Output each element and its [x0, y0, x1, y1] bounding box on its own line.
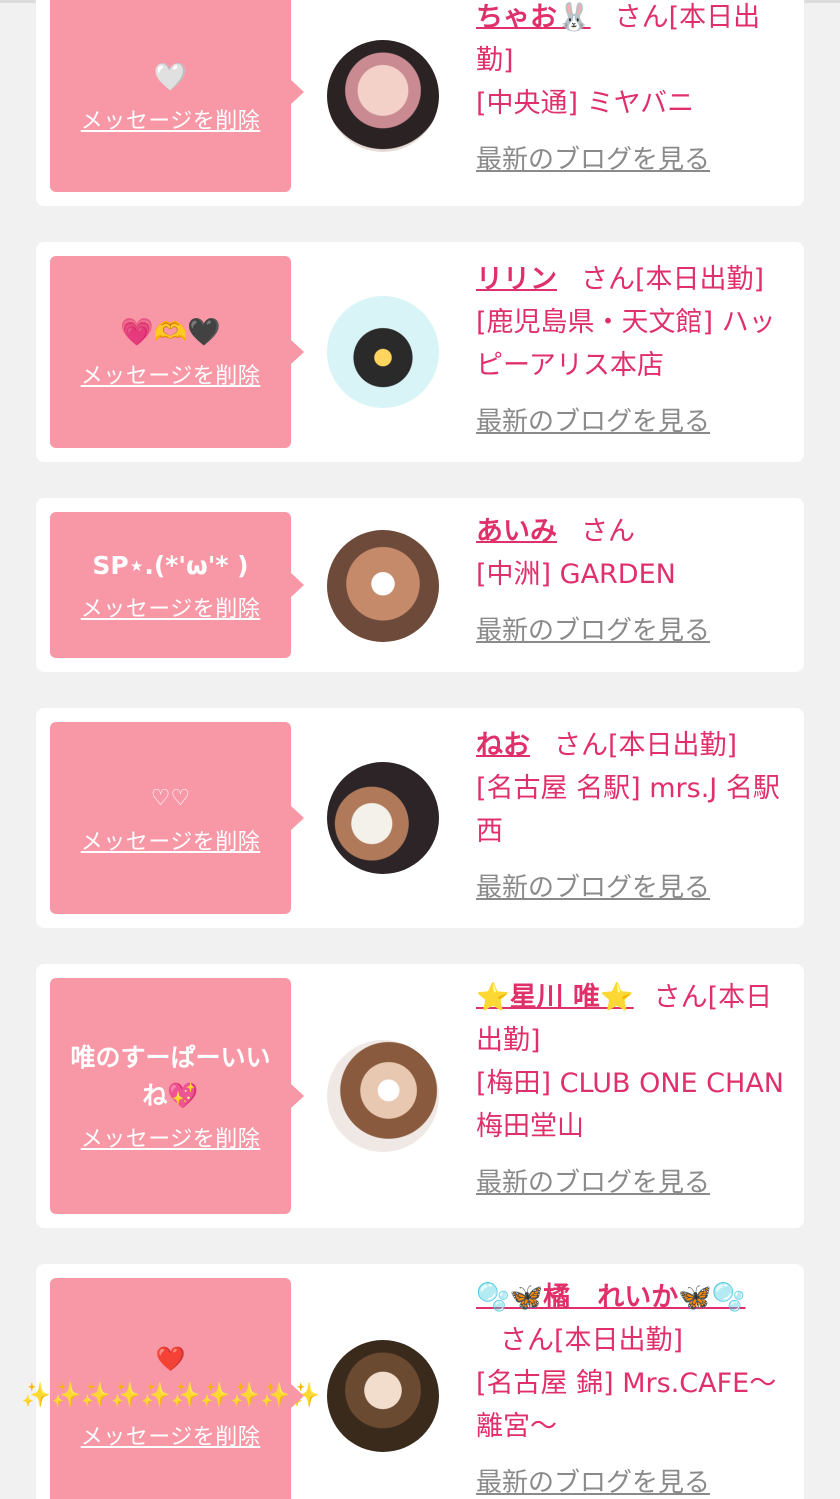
message-text: 唯のすーぱーいいね💖 — [70, 1043, 271, 1110]
message-text: ❤️ ✨✨✨✨✨✨✨✨✨✨ — [21, 1345, 320, 1409]
latest-blog-link[interactable]: 最新のブログを見る — [476, 610, 710, 653]
message-text: ♡♡ — [150, 786, 191, 811]
cast-name-link[interactable]: 🫧🦋橘 れいか🦋🫧 — [476, 1282, 745, 1313]
message-bubble: 🤍 メッセージを削除 — [50, 0, 304, 192]
cast-info: ちゃお🐰 さん[本日出勤] [中央通] ミヤバニ 最新のブログを見る — [476, 0, 796, 182]
cast-info: ⭐️星川 唯⭐️ さん[本日出勤] [梅田] CLUB ONE CHAN 梅田堂山… — [476, 976, 796, 1205]
delete-message-link[interactable]: メッセージを削除 — [81, 824, 261, 856]
favorite-card: 🤍 メッセージを削除 ちゃお🐰 さん[本日出勤] [中央通] ミヤバニ 最新のブロ… — [36, 0, 804, 206]
shop-name: [中洲] GARDEN — [476, 559, 676, 590]
message-bubble: SP⋆.(*'ω'* ) メッセージを削除 — [50, 512, 304, 658]
cast-name-link[interactable]: リリン — [476, 264, 557, 295]
delete-message-link[interactable]: メッセージを削除 — [81, 103, 261, 135]
delete-message-link[interactable]: メッセージを削除 — [81, 1121, 261, 1153]
honorific: さん — [614, 2, 669, 33]
latest-blog-link[interactable]: 最新のブログを見る — [476, 1462, 710, 1499]
favorite-card: ❤️ ✨✨✨✨✨✨✨✨✨✨ メッセージを削除 🫧🦋橘 れいか🦋🫧 さん[本日出勤]… — [21, 1264, 804, 1499]
message-text: 💗🫶🖤 — [120, 317, 221, 348]
cast-info: ねお さん[本日出勤] [名古屋 名駅] mrs.J 名駅西 最新のブログを見る — [476, 724, 796, 910]
cast-name-link[interactable]: あいみ — [476, 516, 557, 547]
shop-name: [名古屋 錦] Mrs.CAFE〜離宮〜 — [476, 1368, 777, 1442]
favorite-card: SP⋆.(*'ω'* ) メッセージを削除 あいみ さん [中洲] GARDEN … — [36, 498, 804, 672]
delete-message-link[interactable]: メッセージを削除 — [81, 358, 261, 390]
cast-info: 🫧🦋橘 れいか🦋🫧 さん[本日出勤] [名古屋 錦] Mrs.CAFE〜離宮〜 最… — [476, 1276, 796, 1499]
cast-info: あいみ さん [中洲] GARDEN 最新のブログを見る — [476, 510, 796, 653]
message-bubble: ❤️ ✨✨✨✨✨✨✨✨✨✨ メッセージを削除 — [21, 1278, 320, 1499]
honorific: さん — [653, 982, 708, 1013]
cast-name-link[interactable]: ちゃお🐰 — [476, 2, 591, 33]
avatar[interactable] — [327, 1340, 439, 1452]
message-text: 🤍 — [153, 62, 188, 93]
message-bubble: ♡♡ メッセージを削除 — [50, 722, 304, 914]
latest-blog-link[interactable]: 最新のブログを見る — [476, 1162, 710, 1205]
favorite-card: ♡♡ メッセージを削除 ねお さん[本日出勤] [名古屋 名駅] mrs.J 名駅… — [36, 708, 804, 928]
attendance-status: [本日出勤] — [608, 730, 738, 761]
avatar[interactable] — [327, 296, 439, 408]
shop-name: [中央通] ミヤバニ — [476, 88, 695, 119]
delete-message-link[interactable]: メッセージを削除 — [81, 1419, 261, 1451]
shop-name: [名古屋 名駅] mrs.J 名駅西 — [476, 773, 780, 847]
avatar[interactable] — [327, 40, 439, 152]
avatar[interactable] — [327, 1040, 439, 1152]
cast-name-link[interactable]: ⭐️星川 唯⭐️ — [476, 982, 634, 1013]
latest-blog-link[interactable]: 最新のブログを見る — [476, 401, 710, 444]
shop-name: [梅田] CLUB ONE CHAN 梅田堂山 — [476, 1068, 784, 1142]
delete-message-link[interactable]: メッセージを削除 — [81, 591, 261, 623]
honorific: さん — [500, 1325, 554, 1356]
honorific: さん — [554, 730, 608, 761]
latest-blog-link[interactable]: 最新のブログを見る — [476, 867, 710, 910]
avatar[interactable] — [327, 530, 439, 642]
message-bubble: 唯のすーぱーいいね💖 メッセージを削除 — [50, 978, 304, 1214]
attendance-status: [本日出勤] — [635, 264, 765, 295]
shop-name: [鹿児島県・天文館] ハッピーアリス本店 — [476, 307, 776, 381]
cast-name-link[interactable]: ねお — [476, 730, 530, 761]
cast-info: リリン さん[本日出勤] [鹿児島県・天文館] ハッピーアリス本店 最新のブログを… — [476, 258, 796, 444]
latest-blog-link[interactable]: 最新のブログを見る — [476, 139, 710, 182]
honorific: さん — [581, 264, 635, 295]
attendance-status: [本日出勤] — [554, 1325, 684, 1356]
avatar[interactable] — [327, 762, 439, 874]
honorific: さん — [581, 516, 635, 547]
favorite-card: 💗🫶🖤 メッセージを削除 リリン さん[本日出勤] [鹿児島県・天文館] ハッピー… — [36, 242, 804, 462]
message-text: SP⋆.(*'ω'* ) — [92, 551, 249, 580]
favorites-list: 🤍 メッセージを削除 ちゃお🐰 さん[本日出勤] [中央通] ミヤバニ 最新のブロ… — [0, 0, 840, 1499]
favorite-card: 唯のすーぱーいいね💖 メッセージを削除 ⭐️星川 唯⭐️ さん[本日出勤] [梅田… — [36, 964, 804, 1228]
message-bubble: 💗🫶🖤 メッセージを削除 — [50, 256, 304, 448]
